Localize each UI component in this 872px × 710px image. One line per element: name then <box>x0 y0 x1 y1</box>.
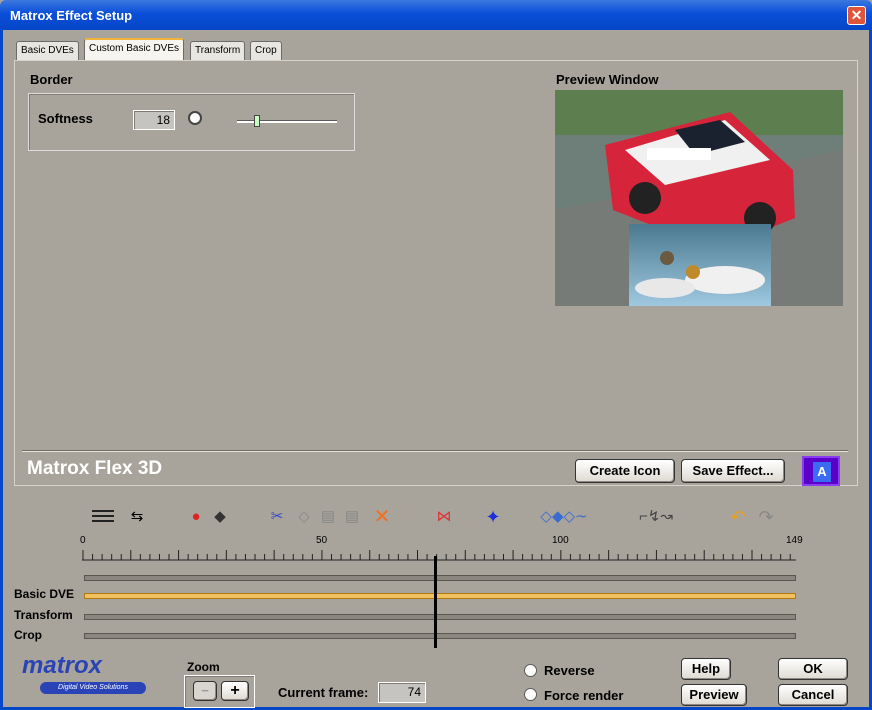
effect-icon-letter: A <box>813 462 831 482</box>
zoom-out-button[interactable]: − <box>193 681 217 701</box>
keyframe-swap-icon[interactable]: ⇆ <box>124 506 150 528</box>
preview-image <box>555 90 843 306</box>
keyframe-next-icon[interactable]: ◆ <box>212 506 228 528</box>
current-frame-input[interactable]: 74 <box>378 682 426 703</box>
ruler-ticks <box>82 550 796 561</box>
ok-button[interactable]: OK <box>778 658 848 680</box>
force-render-label: Force render <box>544 688 624 703</box>
ruler-label-start: 0 <box>80 535 86 546</box>
title-bar: Matrox Effect Setup ✕ <box>0 0 872 30</box>
track-transform[interactable] <box>84 614 796 620</box>
softness-input[interactable]: 18 <box>133 110 175 130</box>
preview-button[interactable]: Preview <box>681 684 747 706</box>
lines-glyph <box>92 510 114 522</box>
border-heading: Border <box>30 72 73 87</box>
range-select-icon[interactable]: ⋈ <box>430 506 458 528</box>
help-button[interactable]: Help <box>681 658 731 680</box>
timeline-ruler[interactable] <box>82 548 796 572</box>
force-render-radio[interactable] <box>524 688 537 701</box>
logo-sub: Digital Video Solutions <box>40 682 146 694</box>
close-button[interactable]: ✕ <box>847 6 866 25</box>
preview-window <box>555 90 843 306</box>
ruler-label-50: 50 <box>316 535 328 546</box>
effect-icon[interactable]: A <box>802 456 840 486</box>
undo-icon[interactable]: ↶ <box>728 506 748 528</box>
save-effect-button[interactable]: Save Effect... <box>681 459 785 483</box>
playhead[interactable] <box>434 556 437 648</box>
master-track[interactable] <box>84 575 796 581</box>
cut-icon[interactable]: ✂ <box>266 506 288 528</box>
paste-special-icon[interactable]: ▤ <box>344 506 360 528</box>
track-label-crop: Crop <box>14 628 42 642</box>
softness-slider-track[interactable] <box>237 120 337 123</box>
window-title: Matrox Effect Setup <box>10 8 133 23</box>
tab-custom-basic-dves[interactable]: Custom Basic DVEs <box>84 38 185 61</box>
track-label-transform: Transform <box>14 608 73 622</box>
paste-icon[interactable]: ▤ <box>320 506 336 528</box>
divider <box>22 450 848 452</box>
current-frame-label: Current frame: <box>278 685 369 700</box>
ruler-label-100: 100 <box>552 535 569 546</box>
keyframe-prev-icon[interactable]: ● <box>188 506 204 528</box>
logo-text: matrox <box>22 652 103 679</box>
tab-transform[interactable]: Transform <box>190 41 246 61</box>
reset-knob-icon[interactable] <box>188 111 202 125</box>
ruler-label-end: 149 <box>786 535 803 546</box>
track-basic-dve[interactable] <box>84 593 796 599</box>
create-icon-button[interactable]: Create Icon <box>575 459 675 483</box>
menu-lines-icon[interactable] <box>90 506 116 528</box>
playhead-marker-icon[interactable]: ✦ <box>484 506 502 528</box>
reverse-label: Reverse <box>544 663 595 678</box>
redo-icon[interactable]: ↷ <box>756 506 776 528</box>
close-icon: ✕ <box>850 7 863 23</box>
delete-icon[interactable]: ✕ <box>372 506 392 528</box>
brand-title: Matrox Flex 3D <box>27 458 163 479</box>
interpolation-icon[interactable]: ◇◆◇∼ <box>536 506 592 528</box>
zoom-in-button[interactable]: + <box>221 681 249 701</box>
tab-basic-dves[interactable]: Basic DVEs <box>16 41 79 61</box>
copy-icon[interactable]: ◇ <box>296 506 312 528</box>
easing-icon[interactable]: ⌐↯↝ <box>616 506 696 528</box>
softness-label: Softness <box>38 111 93 126</box>
preview-heading: Preview Window <box>556 72 659 87</box>
reverse-radio[interactable] <box>524 664 537 677</box>
track-label-basic-dve: Basic DVE <box>14 587 75 601</box>
cancel-button[interactable]: Cancel <box>778 684 848 706</box>
track-crop[interactable] <box>84 633 796 639</box>
softness-slider-thumb[interactable] <box>254 115 260 127</box>
tab-crop[interactable]: Crop <box>250 41 282 61</box>
zoom-label: Zoom <box>187 660 220 674</box>
